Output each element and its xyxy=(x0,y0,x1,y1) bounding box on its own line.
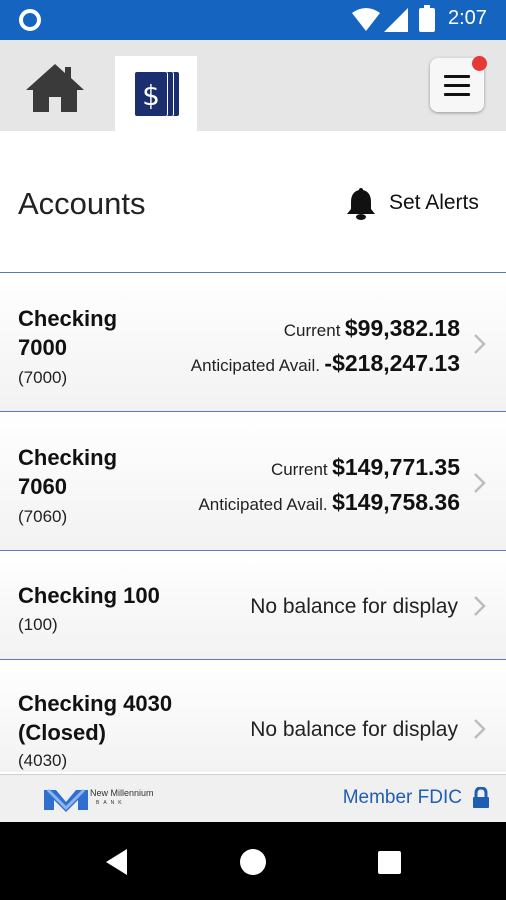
account-row-checking-4030[interactable]: Checking 4030 (Closed) (4030) No balance… xyxy=(0,660,506,772)
system-nav-bar xyxy=(0,822,506,900)
tab-accounts[interactable]: $ xyxy=(115,56,197,131)
chevron-right-icon xyxy=(474,473,486,493)
account-number: (7060) xyxy=(18,507,68,526)
account-number: (4030) xyxy=(18,751,68,770)
chevron-right-icon xyxy=(474,596,486,616)
page-title: Accounts xyxy=(18,186,146,221)
status-time: 2:07 xyxy=(448,7,487,29)
account-row-checking-100[interactable]: Checking 100 (100) No balance for displa… xyxy=(0,551,506,659)
current-balance: Current $149,771.35 xyxy=(270,454,460,480)
home-button-icon[interactable] xyxy=(240,849,266,875)
battery-icon xyxy=(419,5,435,32)
account-list: Checking 7000 (7000) Current $99,382.18 … xyxy=(0,272,506,772)
anticipated-balance: Anticipated Avail. -$218,247.13 xyxy=(190,350,460,376)
dollar-cards-icon: $ xyxy=(135,72,179,116)
set-alerts-label: Set Alerts xyxy=(389,191,479,214)
home-icon xyxy=(26,64,84,112)
back-icon[interactable] xyxy=(105,848,129,876)
account-name: Checking 4030 (Closed) xyxy=(18,691,173,745)
account-name: Checking 7000 xyxy=(18,306,118,360)
current-balance: Current $99,382.18 xyxy=(283,315,460,341)
bank-logo-text: New Millennium xyxy=(90,788,154,798)
account-number: (100) xyxy=(18,615,58,634)
account-number: (7000) xyxy=(18,368,68,387)
cell-signal-icon xyxy=(384,8,408,32)
recent-apps-icon[interactable] xyxy=(378,851,401,874)
bell-icon xyxy=(347,188,375,220)
account-row-checking-7000[interactable]: Checking 7000 (7000) Current $99,382.18 … xyxy=(0,273,506,411)
top-nav: $ xyxy=(0,40,506,131)
menu-button[interactable] xyxy=(430,56,487,112)
no-balance-text: No balance for display xyxy=(250,718,458,741)
wifi-icon xyxy=(352,8,380,31)
tab-home[interactable] xyxy=(24,62,90,118)
chevron-right-icon xyxy=(474,334,486,354)
status-bar: 2:07 xyxy=(0,0,506,40)
account-row-checking-7060[interactable]: Checking 7060 (7060) Current $149,771.35… xyxy=(0,412,506,550)
lock-icon xyxy=(473,787,489,808)
svg-text:$: $ xyxy=(142,79,160,112)
circle-notification-icon xyxy=(19,9,41,31)
notification-dot xyxy=(472,56,487,71)
no-balance-text: No balance for display xyxy=(250,595,458,618)
anticipated-balance: Anticipated Avail. $149,758.36 xyxy=(198,489,460,515)
chevron-right-icon xyxy=(474,719,486,739)
bank-logo-subtext: BANK xyxy=(96,800,126,806)
account-name: Checking 7060 xyxy=(18,445,118,499)
bank-logo-mark xyxy=(44,788,88,812)
account-name: Checking 100 xyxy=(18,583,160,608)
member-fdic-link[interactable]: Member FDIC xyxy=(343,787,462,809)
bank-logo: New Millennium BANK xyxy=(44,786,174,812)
footer: New Millennium BANK Member FDIC xyxy=(0,774,506,822)
hamburger-menu-icon xyxy=(444,75,470,102)
